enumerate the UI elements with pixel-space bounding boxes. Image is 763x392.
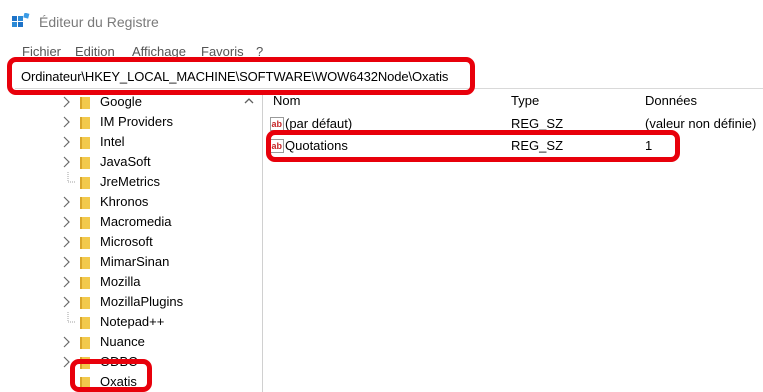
svg-text:ab: ab [272,141,283,151]
folder-icon [80,137,90,149]
folder-icon [80,377,90,389]
values-list[interactable]: Nom Type Données ab (par défaut) REG_SZ … [263,92,763,392]
tree-item-oxatis[interactable]: Oxatis [0,372,240,392]
tree-connector-line [67,312,76,323]
expand-chevron-icon[interactable] [61,255,73,269]
folder-icon [80,237,90,249]
address-path[interactable]: Ordinateur\HKEY_LOCAL_MACHINE\SOFTWARE\W… [21,69,448,84]
folder-icon [80,117,90,129]
tree-item-label: Macromedia [100,214,172,229]
tree-item-label: MimarSinan [100,254,170,269]
tree-item-label: IM Providers [100,114,173,129]
column-header-data[interactable]: Données [645,93,697,108]
registry-editor-icon [12,13,30,27]
expand-chevron-icon[interactable] [61,235,73,249]
tree-item-khronos[interactable]: Khronos [0,192,240,212]
address-bar[interactable]: Ordinateur\HKEY_LOCAL_MACHINE\SOFTWARE\W… [15,65,763,89]
column-header-name[interactable]: Nom [273,93,300,108]
tree-item-label: Google [100,94,142,109]
tree-item-notepad[interactable]: Notepad++ [0,312,240,332]
tree-item-label: JreMetrics [100,174,160,189]
folder-icon [80,317,90,329]
expand-chevron-icon[interactable] [61,355,73,369]
tree-connector-line [67,172,76,183]
value-row[interactable]: ab Quotations REG_SZ 1 [263,136,763,156]
value-row[interactable]: ab (par défaut) REG_SZ (valeur non défin… [263,114,763,134]
folder-icon [80,357,90,369]
folder-icon [80,177,90,189]
tree-item-nuance[interactable]: Nuance [0,332,240,352]
expand-chevron-icon[interactable] [61,195,73,209]
expand-chevron-icon[interactable] [61,115,73,129]
scroll-up-arrow-icon[interactable] [243,95,255,107]
menu-bar: Fichier Edition Affichage Favoris ? [0,42,763,60]
tree-item-label: Notepad++ [100,314,165,329]
menu-help[interactable]: ? [256,44,263,59]
tree-item-javasoft[interactable]: JavaSoft [0,152,240,172]
folder-icon [80,157,90,169]
tree-item-label: Mozilla [100,274,141,289]
tree-item-im-providers[interactable]: IM Providers [0,112,240,132]
title-bar: Éditeur du Registre [0,0,763,40]
value-data: (valeur non définie) [645,116,757,131]
tree-item-label: JavaSoft [100,154,151,169]
expand-chevron-icon[interactable] [61,155,73,169]
window-title: Éditeur du Registre [39,14,159,30]
folder-icon [80,257,90,269]
tree-item-odbc[interactable]: ODBC [0,352,240,372]
tree-item-label: MozillaPlugins [100,294,184,309]
expand-chevron-icon[interactable] [61,335,73,349]
folder-icon [80,277,90,289]
tree-item-google[interactable]: Google [0,92,240,112]
tree-item-label: Microsoft [100,234,153,249]
tree-item-macromedia[interactable]: Macromedia [0,212,240,232]
folder-icon [80,217,90,229]
folder-icon [80,297,90,309]
menu-fichier[interactable]: Fichier [22,44,61,59]
tree-item-label: ODBC [100,354,138,369]
tree-item-intel[interactable]: Intel [0,132,240,152]
expand-chevron-icon[interactable] [61,295,73,309]
value-data: 1 [645,138,653,153]
value-name: Quotations [285,138,348,153]
value-type: REG_SZ [511,116,564,131]
tree-item-mozilla[interactable]: Mozilla [0,272,240,292]
expand-chevron-icon[interactable] [61,275,73,289]
tree-item-mozillaplugins[interactable]: MozillaPlugins [0,292,240,312]
menu-favoris[interactable]: Favoris [201,44,244,59]
folder-icon [80,197,90,209]
tree-item-label: Oxatis [100,374,137,389]
tree-item-label: Khronos [100,194,149,209]
value-type: REG_SZ [511,138,564,153]
value-name: (par défaut) [285,116,353,131]
menu-affichage[interactable]: Affichage [132,44,186,59]
expand-chevron-icon[interactable] [61,215,73,229]
tree-item-label: Intel [100,134,125,149]
tree-item-jremetrics[interactable]: JreMetrics [0,172,240,192]
folder-icon [80,337,90,349]
folder-icon [80,97,90,109]
tree-item-microsoft[interactable]: Microsoft [0,232,240,252]
menu-edition[interactable]: Edition [75,44,115,59]
svg-text:ab: ab [272,119,283,129]
column-header-type[interactable]: Type [511,93,539,108]
tree-item-mimarsinan[interactable]: MimarSinan [0,252,240,272]
string-value-icon: ab [270,117,284,131]
expand-chevron-icon[interactable] [61,95,73,109]
string-value-icon: ab [270,139,284,153]
key-tree[interactable]: Google IM Providers Intel JavaSoft JreMe… [0,92,262,392]
expand-chevron-icon[interactable] [61,135,73,149]
tree-item-label: Nuance [100,334,145,349]
